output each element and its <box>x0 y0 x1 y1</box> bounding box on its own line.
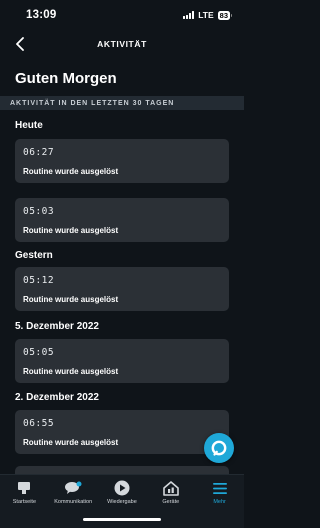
tab-label: Kommunikation <box>54 499 93 505</box>
activity-time: 06:27 <box>23 147 55 158</box>
alexa-icon <box>211 440 227 456</box>
activity-time: 05:05 <box>23 347 55 358</box>
activity-text: Routine wurde ausgelöst <box>23 438 119 447</box>
alexa-button[interactable] <box>204 433 234 463</box>
tab-label: Wiedergabe <box>107 499 137 505</box>
page-title: AKTIVITÄT <box>97 39 147 49</box>
activity-text: Routine wurde ausgelöst <box>23 226 119 235</box>
back-button[interactable] <box>12 36 28 52</box>
group-label: Heute <box>15 120 43 131</box>
greeting-heading: Guten Morgen <box>15 70 117 87</box>
activity-card[interactable]: 05:05 Routine wurde ausgelöst <box>15 339 229 383</box>
devices-icon <box>161 479 181 497</box>
activity-time: 05:12 <box>23 275 55 286</box>
activity-text: Routine wurde ausgelöst <box>23 295 119 304</box>
cellular-signal-icon <box>183 11 195 19</box>
chevron-left-icon <box>16 37 24 51</box>
activity-text: Routine wurde ausgelöst <box>23 367 119 376</box>
status-bar: 13:09 LTE 83 <box>0 0 244 30</box>
battery-icon: 83 <box>217 10 233 20</box>
home-icon <box>14 479 34 497</box>
home-indicator[interactable] <box>83 518 161 521</box>
activity-card[interactable]: 05:03 Routine wurde ausgelöst <box>15 198 229 242</box>
group-label: 2. Dezember 2022 <box>15 392 99 403</box>
group-label: 5. Dezember 2022 <box>15 321 99 332</box>
activity-time: 06:55 <box>23 418 55 429</box>
section-header: AKTIVITÄT IN DEN LETZTEN 30 TAGEN <box>0 96 244 110</box>
clock: 13:09 <box>26 9 57 21</box>
tab-home[interactable]: Startseite <box>0 479 48 528</box>
tab-label: Mehr <box>213 499 226 505</box>
tab-label: Geräte <box>162 499 180 505</box>
chat-icon <box>63 479 83 497</box>
tab-more[interactable]: Mehr <box>196 479 244 528</box>
status-indicators: LTE 83 <box>183 10 233 20</box>
activity-time: 05:03 <box>23 206 55 217</box>
group-label: Gestern <box>15 250 53 261</box>
section-header-label: AKTIVITÄT IN DEN LETZTEN 30 TAGEN <box>10 99 175 107</box>
tab-label: Startseite <box>12 499 36 505</box>
activity-card[interactable]: 05:12 Routine wurde ausgelöst <box>15 267 229 311</box>
activity-card[interactable]: 06:55 Routine wurde ausgelöst <box>15 410 229 454</box>
navigation-bar: AKTIVITÄT <box>0 30 244 58</box>
network-type: LTE <box>198 10 214 20</box>
activity-text: Routine wurde ausgelöst <box>23 167 119 176</box>
activity-card[interactable]: 06:27 Routine wurde ausgelöst <box>15 139 229 183</box>
play-icon <box>112 479 132 497</box>
menu-icon <box>210 479 230 497</box>
